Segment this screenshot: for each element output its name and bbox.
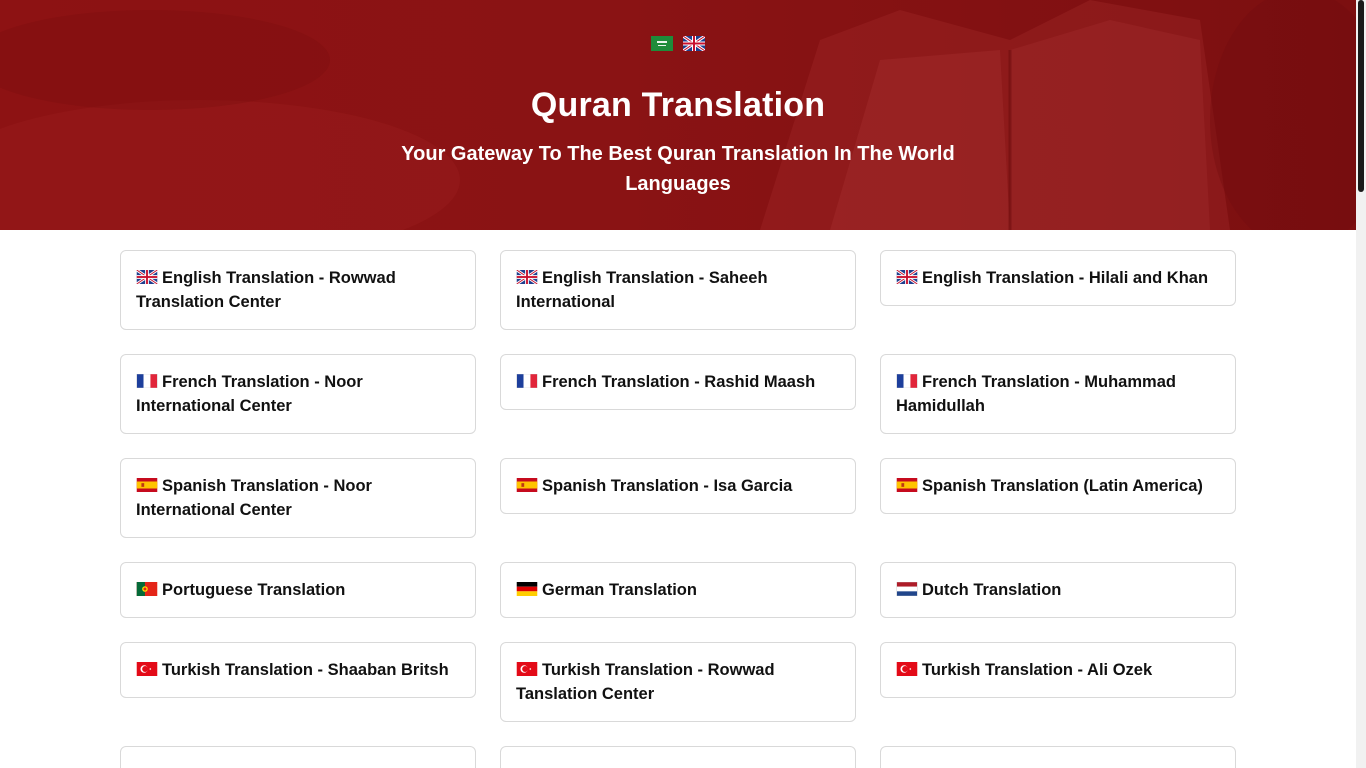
netherlands-flag-icon (896, 582, 918, 596)
turkey-flag-icon (896, 662, 918, 676)
translation-card-label: Turkish Translation - Rowwad Tanslation … (516, 661, 775, 703)
translation-card[interactable]: Portuguese Translation (120, 562, 476, 618)
translation-card-label: Dutch Translation (922, 581, 1062, 599)
translation-card-label: Turkish Translation - Ali Ozek (922, 661, 1153, 679)
translation-card[interactable]: Spanish Translation - Noor International… (120, 458, 476, 538)
portugal-flag-icon (136, 582, 158, 596)
translation-card[interactable]: German Translation (500, 562, 856, 618)
translation-card-label: Spanish Translation (Latin America) (922, 477, 1203, 495)
page-title: Quran Translation (530, 86, 826, 124)
france-flag-icon (896, 374, 918, 388)
translation-card-label: Spanish Translation - Isa Garcia (542, 477, 793, 495)
translation-card-label: French Translation - Rashid Maash (542, 373, 816, 391)
translation-grid: English Translation - Rowwad Translation… (120, 250, 1236, 768)
uk-flag-icon (136, 270, 158, 284)
translation-card[interactable]: English Translation - Rowwad Translation… (120, 250, 476, 330)
language-switcher (0, 0, 1356, 52)
translation-card-label: French Translation - Noor International … (136, 373, 363, 415)
translation-card[interactable]: Turkish Translation - Ali Ozek (880, 642, 1236, 698)
scrollbar-thumb[interactable] (1358, 0, 1364, 192)
spain-flag-icon (896, 478, 918, 492)
spain-flag-icon (516, 478, 538, 492)
france-flag-icon (516, 374, 538, 388)
uk-flag-icon (896, 270, 918, 284)
translation-card-label: English Translation - Hilali and Khan (922, 269, 1209, 287)
translation-card[interactable]: English Translation - Hilali and Khan (880, 250, 1236, 306)
translation-card[interactable]: English Translation - Saheeh Internation… (500, 250, 856, 330)
spain-flag-icon (136, 478, 158, 492)
translation-card-partial[interactable] (500, 746, 856, 768)
turkey-flag-icon (516, 662, 538, 676)
translation-card[interactable]: French Translation - Muhammad Hamidullah (880, 354, 1236, 434)
translation-card[interactable]: Turkish Translation - Shaaban Britsh (120, 642, 476, 698)
translation-card-partial[interactable] (880, 746, 1236, 768)
page-subtitle: Your Gateway To The Best Quran Translati… (401, 143, 955, 195)
scrollbar[interactable] (1356, 0, 1366, 768)
turkey-flag-icon (136, 662, 158, 676)
translation-card-label: French Translation - Muhammad Hamidullah (896, 373, 1176, 415)
france-flag-icon (136, 374, 158, 388)
translation-card-label: English Translation - Saheeh Internation… (516, 269, 768, 311)
translation-card-partial[interactable] (120, 746, 476, 768)
translation-card[interactable]: French Translation - Noor International … (120, 354, 476, 434)
translation-card-label: Spanish Translation - Noor International… (136, 477, 372, 519)
uk-flag-icon[interactable] (683, 36, 705, 51)
translation-card[interactable]: French Translation - Rashid Maash (500, 354, 856, 410)
page: Quran Translation Your Gateway To The Be… (0, 0, 1356, 768)
germany-flag-icon (516, 582, 538, 596)
translation-card-label: Turkish Translation - Shaaban Britsh (162, 661, 449, 679)
translation-card[interactable]: Spanish Translation (Latin America) (880, 458, 1236, 514)
saudi-flag-icon[interactable] (651, 36, 673, 51)
translation-card-label: German Translation (542, 581, 697, 599)
uk-flag-icon (516, 270, 538, 284)
translation-card-label: Portuguese Translation (162, 581, 346, 599)
translation-card[interactable]: Spanish Translation - Isa Garcia (500, 458, 856, 514)
hero-banner: Quran Translation Your Gateway To The Be… (0, 0, 1356, 230)
translation-card[interactable]: Turkish Translation - Rowwad Tanslation … (500, 642, 856, 722)
translation-card[interactable]: Dutch Translation (880, 562, 1236, 618)
translation-card-label: English Translation - Rowwad Translation… (136, 269, 396, 311)
